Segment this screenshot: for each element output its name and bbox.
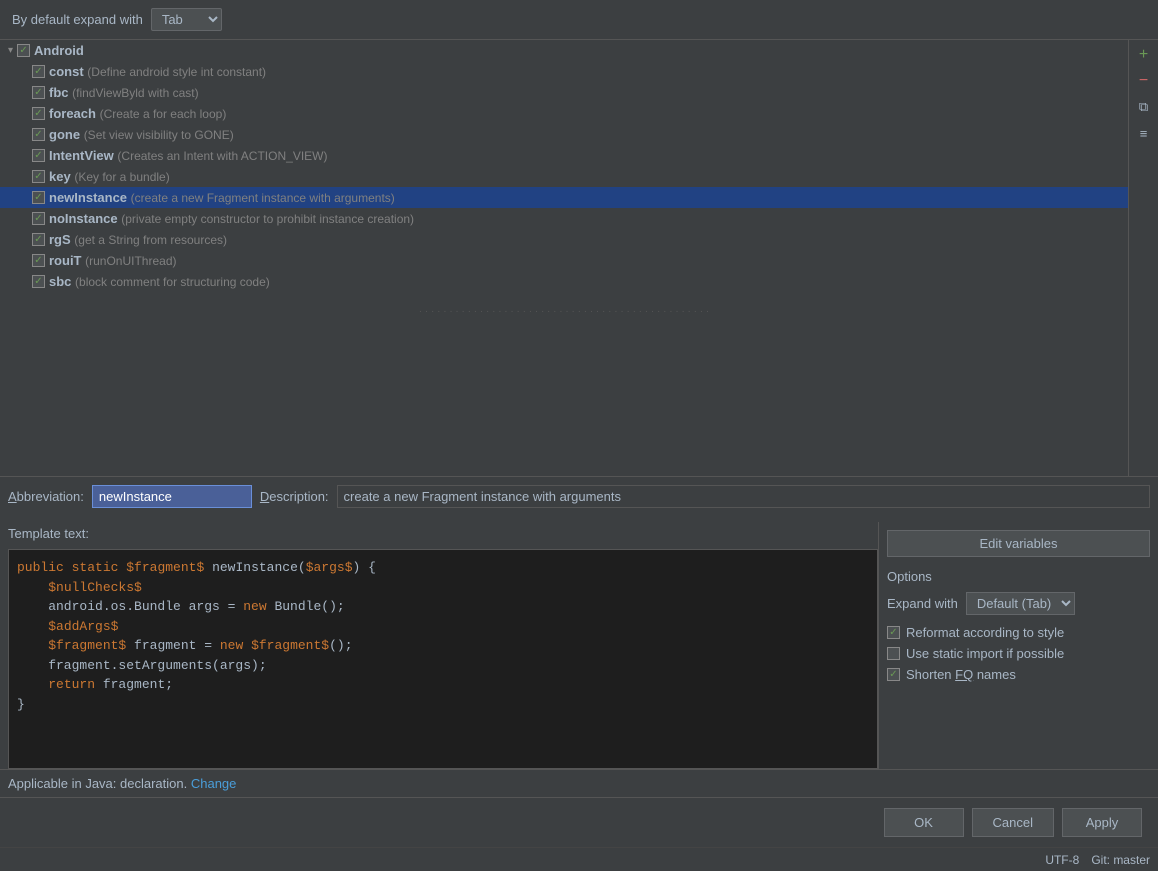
description-input[interactable] [337,485,1150,508]
item-text: fbc (findViewByld with cast) [49,85,199,100]
item-checkbox[interactable] [32,107,45,120]
expand-default-select[interactable]: Tab Enter Space [151,8,222,31]
expand-default-label: By default expand with [12,12,143,27]
item-checkbox[interactable] [32,275,45,288]
template-label: Template text: [8,522,878,545]
expand-with-select[interactable]: Default (Tab) Tab Enter [966,592,1075,615]
change-link[interactable]: Change [191,776,237,791]
tree-sidebar: + − ⧉ ≡ [1128,40,1158,476]
abbreviation-input[interactable] [92,485,252,508]
options-panel: Edit variables Options Expand with Defau… [878,522,1158,769]
tree-item[interactable]: const (Define android style int constant… [0,61,1128,82]
copy-button[interactable]: ⧉ [1133,96,1155,118]
abbreviation-label: Abbreviation: [8,489,84,504]
remove-button[interactable]: − [1133,70,1155,92]
item-text: IntentView (Creates an Intent with ACTIO… [49,148,327,163]
group-arrow: ▾ [8,45,13,56]
options-title: Options [887,569,1150,584]
abbreviation-row: Abbreviation: Description: [8,485,1150,508]
vcs-status: Git: master [1091,853,1150,867]
code-editor[interactable]: public static $fragment$ newInstance($ar… [8,549,878,769]
expand-with-label: Expand with [887,596,958,611]
static-import-row: Use static import if possible [887,646,1150,661]
description-label: Description: [260,489,329,504]
template-tree: ▾ Android const (Define android style in… [0,40,1128,476]
tree-item[interactable]: sbc (block comment for structuring code) [0,271,1128,292]
item-text: newInstance (create a new Fragment insta… [49,190,395,205]
item-checkbox[interactable] [32,149,45,162]
item-text: rouiT (runOnUIThread) [49,253,177,268]
fields-area: Abbreviation: Description: [0,476,1158,522]
reformat-label: Reformat according to style [906,625,1064,640]
reformat-checkbox[interactable] [887,626,900,639]
tree-item[interactable]: gone (Set view visibility to GONE) [0,124,1128,145]
item-checkbox[interactable] [32,191,45,204]
shorten-fq-label: Shorten FQ names [906,667,1016,682]
item-checkbox[interactable] [32,254,45,267]
edit-variables-button[interactable]: Edit variables [887,530,1150,557]
item-text: sbc (block comment for structuring code) [49,274,270,289]
tree-group-android[interactable]: ▾ Android [0,40,1128,61]
apply-button[interactable]: Apply [1062,808,1142,837]
status-bar: UTF-8 Git: master [0,847,1158,871]
item-checkbox[interactable] [32,233,45,246]
cancel-button[interactable]: Cancel [972,808,1054,837]
item-checkbox[interactable] [32,128,45,141]
item-text: gone (Set view visibility to GONE) [49,127,234,142]
item-checkbox[interactable] [32,212,45,225]
template-options-section: Template text: public static $fragment$ … [0,522,1158,769]
tree-item-new-instance[interactable]: newInstance (create a new Fragment insta… [0,187,1128,208]
group-checkbox[interactable] [17,44,30,57]
tree-item[interactable]: fbc (findViewByld with cast) [0,82,1128,103]
content-area: ▾ Android const (Define android style in… [0,40,1158,797]
bottom-bar: OK Cancel Apply [0,797,1158,847]
top-bar: By default expand with Tab Enter Space [0,0,1158,40]
add-button[interactable]: + [1133,44,1155,66]
item-checkbox[interactable] [32,170,45,183]
item-text: key (Key for a bundle) [49,169,170,184]
applicable-bar: Applicable in Java: declaration. Change [0,769,1158,797]
item-text: rgS (get a String from resources) [49,232,227,247]
tree-item[interactable]: foreach (Create a for each loop) [0,103,1128,124]
tree-item[interactable]: noInstance (private empty constructor to… [0,208,1128,229]
item-text: noInstance (private empty constructor to… [49,211,414,226]
tree-item[interactable]: IntentView (Creates an Intent with ACTIO… [0,145,1128,166]
move-button[interactable]: ≡ [1133,122,1155,144]
shorten-fq-row: Shorten FQ names [887,667,1150,682]
shorten-fq-checkbox[interactable] [887,668,900,681]
static-import-checkbox[interactable] [887,647,900,660]
tree-item[interactable]: key (Key for a bundle) [0,166,1128,187]
tree-item[interactable]: rouiT (runOnUIThread) [0,250,1128,271]
static-import-label: Use static import if possible [906,646,1064,661]
tree-item[interactable]: rgS (get a String from resources) [0,229,1128,250]
expand-with-row: Expand with Default (Tab) Tab Enter [887,592,1150,615]
applicable-text: Applicable in Java: declaration. [8,776,191,791]
group-label: Android [34,43,84,58]
item-checkbox[interactable] [32,86,45,99]
item-text: const (Define android style int constant… [49,64,266,79]
encoding-status: UTF-8 [1045,853,1079,867]
reformat-row: Reformat according to style [887,625,1150,640]
ok-button[interactable]: OK [884,808,964,837]
item-text: foreach (Create a for each loop) [49,106,226,121]
item-checkbox[interactable] [32,65,45,78]
